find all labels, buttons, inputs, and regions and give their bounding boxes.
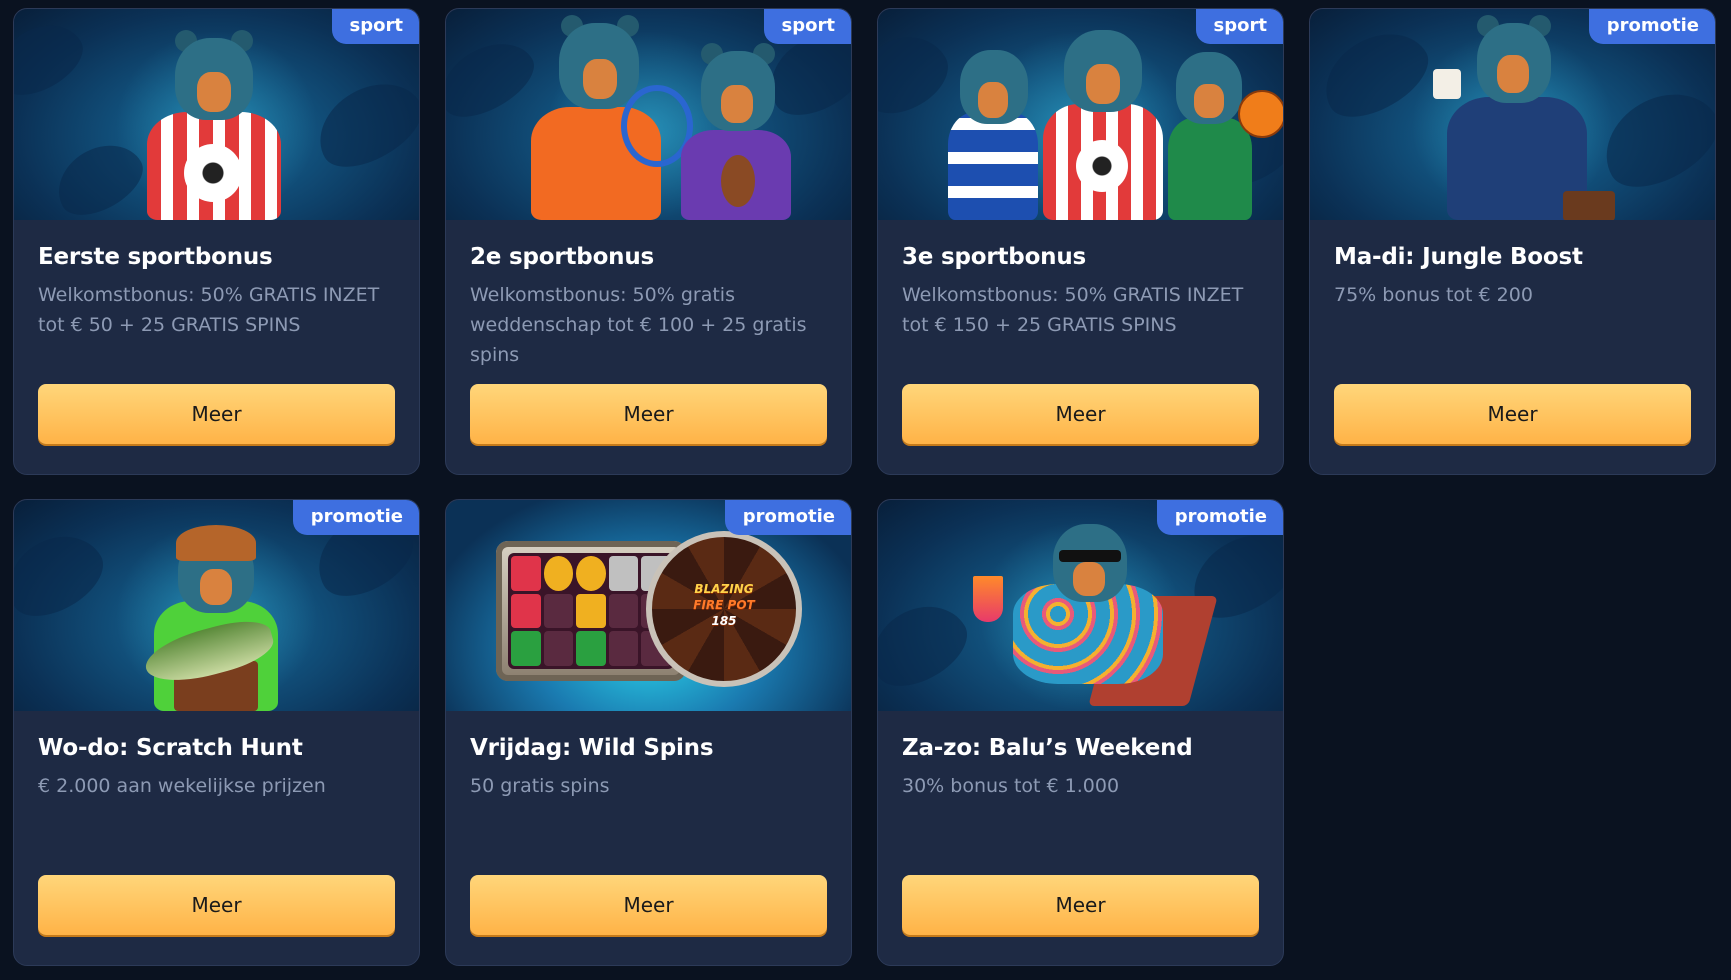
promo-body: 2e sportbonus Welkomstbonus: 50% gratis … xyxy=(446,220,851,474)
briefcase-icon xyxy=(1563,191,1615,220)
category-badge: promotie xyxy=(292,500,419,535)
category-badge: sport xyxy=(331,9,419,44)
promo-title: Eerste sportbonus xyxy=(38,244,273,270)
promo-title: Vrijdag: Wild Spins xyxy=(470,735,714,761)
cocktail-icon xyxy=(973,576,1003,622)
category-badge: promotie xyxy=(1156,500,1283,535)
promo-banner: sport xyxy=(14,9,419,220)
promo-description: Welkomstbonus: 50% GRATIS INZET tot € 15… xyxy=(902,284,1244,336)
bears-tennis-football-illustration xyxy=(531,15,791,220)
promo-banner: sport xyxy=(446,9,851,220)
bear-soccer-illustration xyxy=(139,20,289,220)
promo-description: 75% bonus tot € 200 xyxy=(1334,284,1533,306)
promo-banner: BLAZING FIRE POT 185 promotie xyxy=(446,500,851,711)
more-button[interactable]: Meer xyxy=(470,384,827,444)
wheel-text-line: FIRE POT xyxy=(693,598,755,612)
promo-title: Wo-do: Scratch Hunt xyxy=(38,735,303,761)
soccer-ball-icon xyxy=(184,144,242,202)
promo-title: 2e sportbonus xyxy=(470,244,655,270)
promo-title: Ma-di: Jungle Boost xyxy=(1334,244,1583,270)
promo-card: promotie Wo-do: Scratch Hunt € 2.000 aan… xyxy=(13,499,420,966)
promo-card: sport 2e sportbonus Welkomstbonus: 50% g… xyxy=(445,8,852,475)
wheel-text-line: BLAZING xyxy=(694,582,754,596)
bear-businessman-illustration xyxy=(1425,15,1615,220)
promo-banner: promotie xyxy=(1310,9,1715,220)
more-button[interactable]: Meer xyxy=(902,875,1259,935)
promo-description: Welkomstbonus: 50% GRATIS INZET tot € 50… xyxy=(38,284,380,336)
promo-banner: promotie xyxy=(878,500,1283,711)
category-badge: promotie xyxy=(1588,9,1715,44)
promo-body: Za-zo: Balu’s Weekend 30% bonus tot € 1.… xyxy=(878,711,1283,965)
slot-machine-illustration: BLAZING FIRE POT 185 xyxy=(496,511,816,711)
more-button[interactable]: Meer xyxy=(902,384,1259,444)
promo-title: Za-zo: Balu’s Weekend xyxy=(902,735,1193,761)
promo-card: sport Eerste sportbonus Welkomstbonus: 5… xyxy=(13,8,420,475)
promo-description: 30% bonus tot € 1.000 xyxy=(902,775,1120,797)
promo-card: sport 3e sportbonus Welkomstbonus: 50% G… xyxy=(877,8,1284,475)
bear-beach-chair-illustration xyxy=(973,506,1218,711)
promo-card: promotie Ma-di: Jungle Boost 75% bonus t… xyxy=(1309,8,1716,475)
promo-description: Welkomstbonus: 50% gratis weddenschap to… xyxy=(470,284,807,366)
soccer-ball-icon xyxy=(1076,140,1128,192)
basketball-icon xyxy=(1238,90,1283,138)
promo-body: Eerste sportbonus Welkomstbonus: 50% GRA… xyxy=(14,220,419,474)
bears-three-sports-illustration xyxy=(908,20,1283,220)
wheel-text-line: 185 xyxy=(711,614,737,628)
fortune-wheel: BLAZING FIRE POT 185 xyxy=(646,531,802,687)
promo-description: € 2.000 aan wekelijkse prijzen xyxy=(38,775,326,797)
american-football-icon xyxy=(721,155,755,207)
promo-banner: promotie xyxy=(14,500,419,711)
promo-banner: sport xyxy=(878,9,1283,220)
category-badge: sport xyxy=(763,9,851,44)
bear-fisherman-illustration xyxy=(140,511,294,711)
more-button[interactable]: Meer xyxy=(470,875,827,935)
coffee-cup-icon xyxy=(1433,69,1461,99)
more-button[interactable]: Meer xyxy=(38,384,395,444)
promo-body: Wo-do: Scratch Hunt € 2.000 aan wekelijk… xyxy=(14,711,419,965)
promo-card: promotie Za-zo: Balu’s Weekend 30% bonus… xyxy=(877,499,1284,966)
more-button[interactable]: Meer xyxy=(38,875,395,935)
category-badge: sport xyxy=(1195,9,1283,44)
promo-body: Vrijdag: Wild Spins 50 gratis spins Meer xyxy=(446,711,851,965)
promotions-grid: sport Eerste sportbonus Welkomstbonus: 5… xyxy=(13,8,1716,966)
promo-description: 50 gratis spins xyxy=(470,775,610,797)
promo-body: 3e sportbonus Welkomstbonus: 50% GRATIS … xyxy=(878,220,1283,474)
promo-card: BLAZING FIRE POT 185 promotie Vrijdag: W… xyxy=(445,499,852,966)
promo-title: 3e sportbonus xyxy=(902,244,1087,270)
promo-body: Ma-di: Jungle Boost 75% bonus tot € 200 … xyxy=(1310,220,1715,474)
category-badge: promotie xyxy=(724,500,851,535)
more-button[interactable]: Meer xyxy=(1334,384,1691,444)
